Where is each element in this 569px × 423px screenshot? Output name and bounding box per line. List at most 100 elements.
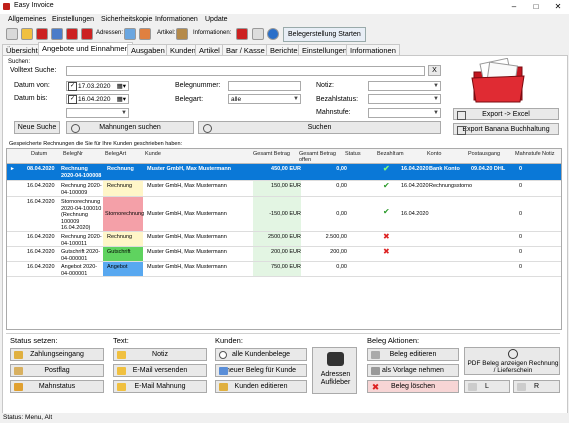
datum-von-field[interactable]: ✓ 17.03.2020 ▦▾ (66, 81, 129, 91)
datum-bis-field[interactable]: ✓ 16.04.2020 ▦▾ (66, 94, 129, 104)
invoice-icon[interactable] (36, 28, 48, 40)
table-row[interactable]: 16.04.2020 Stornorechnung 2020-04-100010… (7, 197, 561, 232)
volltext-label: Volltext Suche: (10, 67, 57, 74)
belegerstellung-button[interactable]: Belegerstellung Starten (283, 27, 366, 42)
pdf-l-button[interactable]: L (464, 380, 510, 393)
col-bezahlt[interactable]: Bezahlt (377, 151, 395, 157)
menu-informationen[interactable]: Informationen (155, 16, 198, 23)
postflag-button[interactable]: Postflag (10, 364, 104, 377)
tab-angebote-einnahmen[interactable]: Angebote und Einnahmen (38, 42, 133, 56)
info-icon[interactable] (267, 28, 279, 40)
menu-allgemeines[interactable]: Allgemeines (8, 16, 46, 23)
export-excel-button[interactable]: Export -> Excel (453, 108, 559, 120)
datum-bis-checkbox[interactable]: ✓ (68, 95, 77, 104)
address-card-icon[interactable] (139, 28, 151, 40)
cell-am: 16.04.2020 (401, 183, 429, 189)
suchen-label: Suchen (307, 124, 332, 131)
col-kunde[interactable]: Kunde (145, 151, 161, 157)
search-icon (508, 349, 518, 359)
col-am[interactable]: am (396, 151, 404, 157)
cell-postausgang: 09.04.20 DHL (471, 166, 506, 172)
col-postausgang[interactable]: Postausgang (468, 151, 500, 157)
beleg-loeschen-button[interactable]: ✖ Beleg löschen (367, 380, 459, 393)
article-box-icon[interactable] (176, 28, 188, 40)
alle-kundenbelege-button[interactable]: alle Kundenbelege (215, 348, 307, 361)
pdf-icon[interactable] (236, 28, 248, 40)
belegart-dropdown[interactable]: alle ▼ (228, 94, 301, 104)
col-konto[interactable]: Konto (427, 151, 441, 157)
datum-von-value: 17.03.2020 (78, 83, 111, 90)
calendar-icon[interactable]: ▦▾ (117, 82, 126, 92)
table-row[interactable]: 16.04.2020 Rechnung 2020-04-100009 Rechn… (7, 181, 561, 197)
col-belegart[interactable]: BelegArt (105, 151, 126, 157)
save-icon[interactable] (51, 28, 63, 40)
col-status[interactable]: Status (345, 151, 361, 157)
mahnstatus-label: Mahnstatus (38, 383, 76, 390)
clear-search-button[interactable]: X (428, 65, 441, 76)
bezahlstatus-dropdown[interactable]: ▼ (368, 94, 441, 104)
adressen-aufkleber-button[interactable]: Adressen Aufkleber (312, 347, 357, 394)
cell-betrag: 450,00 EUR (271, 166, 301, 172)
mahnstatus-button[interactable]: Mahnstatus (10, 380, 104, 393)
suchen-button[interactable]: Suchen (198, 121, 441, 134)
table-row[interactable]: 16.04.2020 Rechnung 2020-04-100011 Rechn… (7, 232, 561, 247)
volltext-search-input[interactable] (66, 66, 425, 76)
cell-mahnstufe: 0 (519, 183, 523, 189)
cell-betrag: 750,00 EUR (271, 264, 301, 270)
menu-sicherheitskopie[interactable]: Sicherheitskopie (101, 16, 152, 23)
neuer-beleg-button[interactable]: neuer Beleg für Kunde (215, 364, 307, 377)
col-gesamt-betrag[interactable]: Gesamt Betrag (253, 151, 293, 157)
belegnummer-input[interactable] (228, 81, 301, 91)
mail-icon[interactable] (81, 28, 93, 40)
extra-filter-dropdown[interactable]: ▼ (66, 108, 129, 118)
zahlungseingang-button[interactable]: Zahlungseingang (10, 348, 104, 361)
pdf-beleg-anzeigen-button[interactable]: PDF Beleg anzeigen Rechnung / Liefersche… (464, 347, 560, 375)
maximize-icon[interactable]: □ (525, 0, 547, 14)
email-mahnung-label: E-Mail Mahnung (134, 383, 186, 390)
kunden-editieren-button[interactable]: Kunden editieren (215, 380, 307, 393)
mahnungen-suchen-button[interactable]: Mahnungen suchen (66, 121, 194, 134)
label-printer-icon (327, 352, 344, 366)
col-datum[interactable]: Datum (31, 151, 47, 157)
address-book-icon[interactable] (124, 28, 136, 40)
neue-suche-button[interactable]: Neue Suche (14, 121, 60, 134)
export-banana-label: Export Banana Buchhaltung (462, 126, 550, 133)
col-belegnr[interactable]: BelegNr (63, 151, 83, 157)
unpaid-cross-icon: ✖ (383, 247, 390, 256)
col-notiz[interactable]: Notiz (542, 151, 555, 157)
col-gesamt-offen[interactable]: Gesamt Betrag offen (299, 151, 347, 163)
notiz-button[interactable]: Notiz (113, 348, 207, 361)
mahnstufe-dropdown[interactable]: ▼ (368, 108, 441, 118)
table-row[interactable]: ▸ 08.04.2020 Rechnung 2020-04-100008 Rec… (7, 164, 561, 181)
table-header: Datum BelegNr BelegArt Kunde Gesamt Betr… (7, 149, 561, 164)
export-banana-button[interactable]: Export Banana Buchhaltung (453, 123, 559, 135)
home-icon[interactable] (21, 28, 33, 40)
menu-update[interactable]: Update (205, 16, 228, 23)
adressen-label: Adressen: (96, 30, 124, 36)
tools-icon[interactable] (252, 28, 264, 40)
beleg-editieren-button[interactable]: Beleg editieren (367, 348, 459, 361)
chevron-down-icon: ▼ (293, 96, 299, 102)
mahnungen-suchen-label: Mahnungen suchen (99, 124, 161, 131)
notiz-dropdown[interactable]: ▼ (368, 81, 441, 91)
close-icon[interactable]: ✕ (547, 0, 569, 14)
print-icon[interactable] (6, 28, 18, 40)
datum-von-checkbox[interactable]: ✓ (68, 82, 77, 91)
cell-kunde: Muster GmbH, Max Mustermann (147, 264, 227, 270)
col-mahnstufe[interactable]: Mahnstufe (515, 151, 541, 157)
delete-icon: ✖ (371, 382, 380, 392)
table-row[interactable]: 16.04.2020 Gutschrift 2020-04-000001 Gut… (7, 247, 561, 262)
table-row[interactable]: 16.04.2020 Angebot 2020-04-000001 Angebo… (7, 262, 561, 277)
cell-kunde: Muster GmbH, Max Mustermann (147, 234, 227, 240)
als-vorlage-button[interactable]: als Vorlage nehmen (367, 364, 459, 377)
calendar-icon[interactable]: ▦▾ (117, 95, 126, 105)
menu-einstellungen[interactable]: Einstellungen (52, 16, 94, 23)
pdf-r-button[interactable]: R (513, 380, 560, 393)
cell-datum: 16.04.2020 (27, 183, 55, 189)
cell-belegnr: Rechnung 2020-04-100011 (61, 234, 102, 247)
minimize-icon[interactable]: – (503, 0, 525, 14)
pencil-icon (371, 351, 380, 359)
email-versenden-button[interactable]: E-Mail versenden (113, 364, 207, 377)
email-mahnung-button[interactable]: E-Mail Mahnung (113, 380, 207, 393)
folder-icon[interactable] (66, 28, 78, 40)
